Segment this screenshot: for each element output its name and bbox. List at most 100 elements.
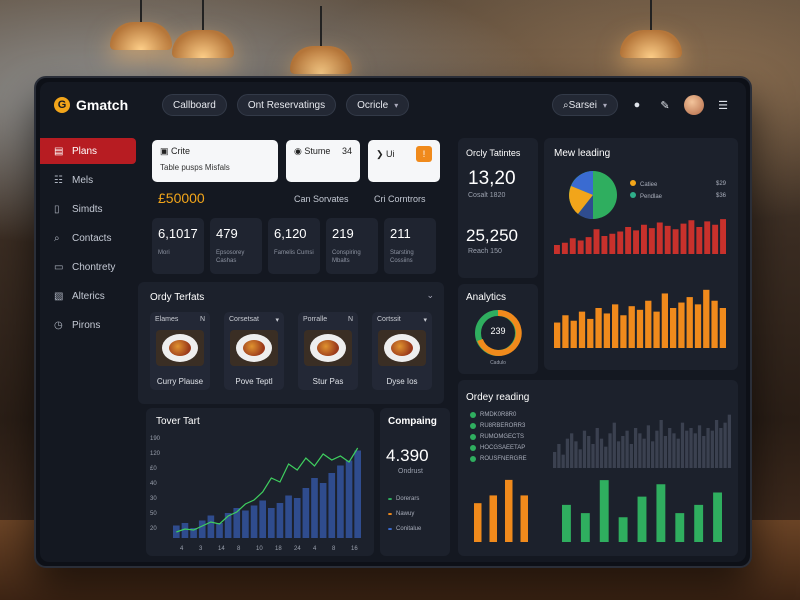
bar bbox=[276, 503, 284, 538]
food-category: Porralle bbox=[303, 316, 328, 323]
y-tick-label: 30 bbox=[150, 496, 157, 502]
stat-card[interactable]: 6,1017 Mori bbox=[152, 218, 204, 274]
sidebar-item-alterics[interactable]: ▧ Alterics bbox=[40, 283, 136, 309]
menu-icon[interactable]: ☰ bbox=[714, 96, 732, 114]
bar bbox=[578, 449, 582, 468]
white-card-1[interactable]: ▣ Crite Table pusps Misfals bbox=[152, 140, 278, 182]
bar bbox=[585, 237, 592, 254]
bar bbox=[686, 297, 693, 348]
bar bbox=[570, 320, 577, 348]
bar bbox=[680, 422, 685, 468]
bar bbox=[719, 308, 726, 348]
disc-icon: ◉ bbox=[294, 146, 305, 156]
tab-callboard[interactable]: Callboard bbox=[162, 94, 227, 116]
bar bbox=[268, 508, 275, 538]
bar bbox=[608, 433, 612, 468]
chevron-down-icon: ▾ bbox=[602, 100, 607, 110]
sidebar-item-chontrety[interactable]: ▭ Chontrety bbox=[40, 254, 136, 280]
food-card[interactable]: Corsetsat ▾ Pove Teptl bbox=[224, 312, 284, 390]
sidebar-item-mels[interactable]: ☷ Mels bbox=[40, 167, 136, 193]
bar bbox=[670, 308, 677, 348]
bar bbox=[703, 289, 710, 348]
kpi-caption-3: Cri Corntrors bbox=[374, 194, 426, 204]
bar bbox=[672, 433, 676, 468]
stat-label: Famelis Cumsi bbox=[274, 250, 314, 256]
sidebar-item-contacts[interactable]: ⌕ Contacts bbox=[40, 225, 136, 251]
sidebar-item-plans[interactable]: ▤ Plans bbox=[40, 138, 136, 164]
stat-card[interactable]: 211 Starsting Cossiins bbox=[384, 218, 436, 274]
bar bbox=[591, 444, 595, 468]
user-icon[interactable]: ● bbox=[628, 96, 646, 114]
kpi-caption-2: Can Sorvates bbox=[294, 194, 349, 204]
legend-item: HOCGSAEETAP bbox=[470, 445, 527, 451]
compaing-legend: Dorerars Nawuy Conitalue bbox=[388, 496, 421, 541]
bar bbox=[696, 227, 703, 254]
bar bbox=[711, 300, 718, 348]
bar bbox=[595, 308, 602, 348]
gray-bar-chart bbox=[553, 414, 731, 468]
food-tag: N bbox=[199, 316, 205, 323]
sidebar-item-simdts[interactable]: ▯ Simdts bbox=[40, 196, 136, 222]
food-card[interactable]: Cortssit ▾ Dyse Ios bbox=[372, 312, 432, 390]
food-image bbox=[304, 330, 352, 366]
tab-reservations[interactable]: Ont Reservatings bbox=[236, 94, 337, 116]
white-card-3[interactable]: ❯ Ui! bbox=[368, 140, 440, 182]
bar bbox=[574, 441, 578, 468]
bar bbox=[710, 430, 714, 468]
search-label: Sarsei bbox=[568, 99, 597, 111]
mew-leading-panel: Mew leading Catiee $29 Pendlae $36 bbox=[544, 138, 738, 370]
pendant-lamp bbox=[110, 0, 172, 50]
legend-dot bbox=[470, 434, 476, 440]
legend-label: Pendlae bbox=[640, 194, 663, 200]
bar bbox=[629, 444, 633, 468]
food-card[interactable]: Porralle N Stur Pas bbox=[298, 312, 358, 390]
legend-item: Pendlae $36 bbox=[630, 192, 726, 200]
bar bbox=[648, 228, 655, 254]
app-logo[interactable]: G Gmatch bbox=[54, 97, 146, 113]
stat-card[interactable]: 479 Epsosorey Cashas bbox=[210, 218, 262, 274]
bar bbox=[595, 428, 599, 468]
y-tick-label: 50 bbox=[150, 511, 157, 517]
bar bbox=[319, 483, 327, 538]
sidebar-item-pirons[interactable]: ◷ Pirons bbox=[40, 312, 136, 338]
dashboard-screen: G Gmatch Callboard Ont Reservatings Ocri… bbox=[40, 82, 746, 562]
note-icon: ▣ bbox=[160, 146, 172, 156]
bar bbox=[637, 496, 647, 542]
legend-dot bbox=[388, 513, 392, 515]
food-card[interactable]: Elames N Curry Plause bbox=[150, 312, 210, 390]
bar bbox=[661, 293, 668, 348]
bar bbox=[216, 523, 223, 538]
bar bbox=[706, 428, 710, 468]
bar bbox=[582, 430, 587, 468]
avatar[interactable] bbox=[684, 95, 704, 115]
stat-value: 479 bbox=[216, 226, 238, 241]
edit-icon[interactable]: ✎ bbox=[656, 96, 674, 114]
white-card-2[interactable]: ◉ Stume 34 bbox=[286, 140, 360, 182]
arrow-icon: ❯ bbox=[376, 148, 387, 159]
bar bbox=[505, 479, 513, 542]
bar bbox=[520, 495, 528, 542]
food-category: Elames bbox=[155, 316, 179, 323]
y-tick-label: 120 bbox=[150, 451, 161, 457]
bar bbox=[565, 438, 570, 468]
compaing-value: 4.390 bbox=[386, 446, 429, 465]
order-tabs-panel: Ordy Terfats ⌄ Elames N Curry Plause Corset… bbox=[138, 282, 444, 404]
legend-item: RU8RBERORR3 bbox=[470, 423, 527, 429]
tab-dropdown[interactable]: Ocricle ▾ bbox=[346, 94, 410, 116]
legend-label: Dorerars bbox=[396, 496, 420, 502]
sidebar-icon: ☷ bbox=[54, 174, 63, 186]
food-card-header: Cortssit ▾ bbox=[372, 312, 432, 328]
sidebar-icon: ⌕ bbox=[54, 232, 60, 244]
legend-value: $36 bbox=[715, 193, 726, 199]
chevron-down-icon[interactable]: ⌄ bbox=[426, 290, 434, 301]
tablet-device: G Gmatch Callboard Ont Reservatings Ocri… bbox=[34, 76, 752, 568]
stat-card[interactable]: 219 Conspiring Mbalts bbox=[326, 218, 378, 274]
food-image bbox=[156, 330, 204, 366]
food-name: Pove Teptl bbox=[235, 377, 273, 386]
bar bbox=[285, 495, 292, 538]
bar bbox=[723, 422, 727, 468]
search-dropdown[interactable]: ⌕ Sarsei ▾ bbox=[552, 94, 618, 116]
food-card-header: Corsetsat ▾ bbox=[224, 312, 284, 328]
stat-card[interactable]: 6,120 Famelis Cumsi bbox=[268, 218, 320, 274]
legend-label: RMDK0R8R0 bbox=[480, 412, 517, 418]
